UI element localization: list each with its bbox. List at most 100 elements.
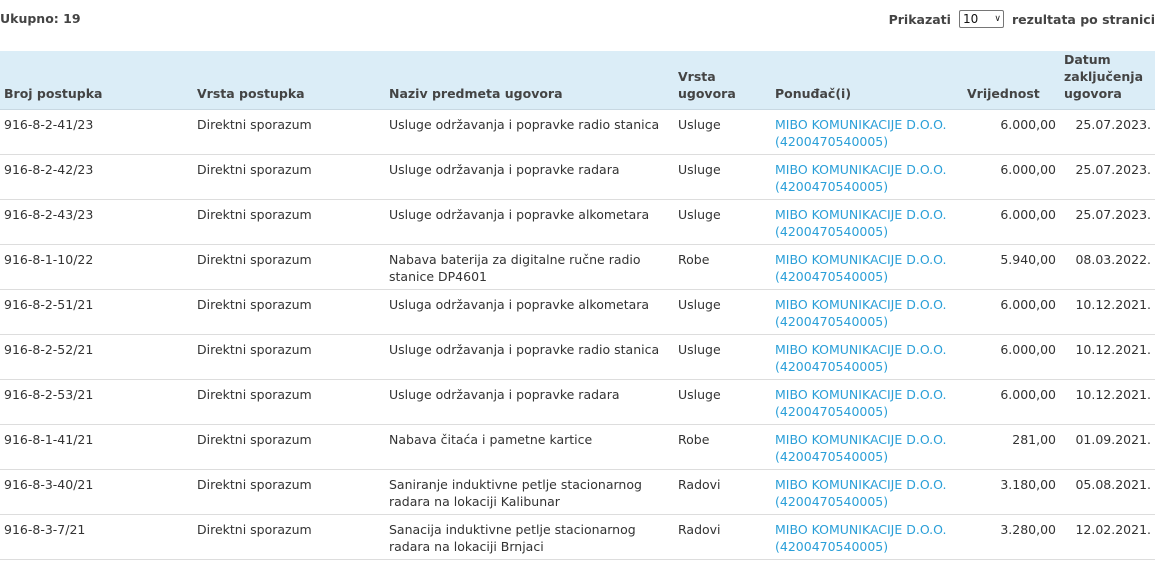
per-page-label-before: Prikazati — [888, 11, 951, 27]
table-header-row: Broj postupka Vrsta postupka Naziv predm… — [0, 51, 1155, 110]
cell-vrsta-postupka: Direktni sporazum — [193, 469, 385, 515]
bidder-link[interactable]: MIBO KOMUNIKACIJE D.O.O. (4200470540005) — [775, 477, 946, 509]
cell-vrsta-ugovora: Usluge — [674, 379, 771, 425]
per-page-select[interactable]: 10 ∨ — [958, 10, 1004, 28]
cell-ponudac: MIBO KOMUNIKACIJE D.O.O. (4200470540005) — [771, 244, 963, 290]
table-row: 916-8-3-7/21 Direktni sporazum Sanacija … — [0, 514, 1155, 560]
cell-naziv: Saniranje induktivne petlje stacionarnog… — [385, 469, 674, 515]
bidder-link[interactable]: MIBO KOMUNIKACIJE D.O.O. (4200470540005) — [775, 432, 946, 464]
cell-vrsta-postupka: Direktni sporazum — [193, 334, 385, 380]
cell-vrijednost: 3.180,00 — [963, 469, 1060, 515]
cell-vrijednost: 6.000,00 — [963, 154, 1060, 200]
header-datum[interactable]: Datum zaključenja ugovora — [1060, 51, 1155, 110]
cell-broj: 916-8-2-51/21 — [0, 289, 193, 335]
cell-vrsta-ugovora: Robe — [674, 244, 771, 290]
bidder-link[interactable]: MIBO KOMUNIKACIJE D.O.O. (4200470540005) — [775, 297, 946, 329]
table-row: 916-8-1-41/21 Direktni sporazum Nabava č… — [0, 424, 1155, 470]
per-page-label-after: rezultata po stranici — [1011, 11, 1155, 27]
cell-vrsta-postupka: Direktni sporazum — [193, 379, 385, 425]
cell-vrijednost: 281,00 — [963, 424, 1060, 470]
cell-vrijednost: 6.000,00 — [963, 289, 1060, 335]
cell-vrsta-ugovora: Radovi — [674, 469, 771, 515]
cell-datum: 08.03.2022. — [1060, 244, 1155, 290]
cell-ponudac: MIBO KOMUNIKACIJE D.O.O. (4200470540005) — [771, 469, 963, 515]
cell-vrijednost: 6.000,00 — [963, 199, 1060, 245]
table-row: 916-8-1-10/22 Direktni sporazum Nabava b… — [0, 244, 1155, 290]
bidder-link[interactable]: MIBO KOMUNIKACIJE D.O.O. (4200470540005) — [775, 117, 946, 149]
table-row: 916-8-2-51/21 Direktni sporazum Usluga o… — [0, 289, 1155, 335]
results-toolbar: Ukupno: 19 Prikazati 10 ∨ rezultata po s… — [0, 0, 1165, 50]
cell-naziv: Usluge održavanja i popravke radara — [385, 154, 674, 200]
cell-naziv: Usluge održavanja i popravke alkometara — [385, 199, 674, 245]
cell-datum: 01.09.2021. — [1060, 424, 1155, 470]
cell-vrsta-postupka: Direktni sporazum — [193, 154, 385, 200]
cell-broj: 916-8-2-42/23 — [0, 154, 193, 200]
header-naziv[interactable]: Naziv predmeta ugovora — [385, 51, 674, 110]
cell-broj: 916-8-2-43/23 — [0, 199, 193, 245]
cell-datum: 25.07.2023. — [1060, 154, 1155, 200]
cell-datum: 10.12.2021. — [1060, 379, 1155, 425]
cell-ponudac: MIBO KOMUNIKACIJE D.O.O. (4200470540005) — [771, 109, 963, 155]
cell-naziv: Usluge održavanja i popravke radara — [385, 379, 674, 425]
cell-broj: 916-8-2-41/23 — [0, 109, 193, 155]
cell-datum: 10.12.2021. — [1060, 289, 1155, 335]
per-page-value: 10 — [962, 12, 979, 26]
cell-broj: 916-8-1-41/21 — [0, 424, 193, 470]
cell-ponudac: MIBO KOMUNIKACIJE D.O.O. (4200470540005) — [771, 334, 963, 380]
cell-datum: 25.07.2023. — [1060, 199, 1155, 245]
cell-vrijednost: 6.000,00 — [963, 109, 1060, 155]
header-vrijednost[interactable]: Vrijednost — [963, 51, 1060, 110]
chevron-down-icon: ∨ — [994, 14, 1001, 24]
cell-vrijednost: 6.000,00 — [963, 334, 1060, 380]
cell-naziv: Sanacija induktivne petlje stacionarnog … — [385, 514, 674, 560]
bidder-link[interactable]: MIBO KOMUNIKACIJE D.O.O. (4200470540005) — [775, 342, 946, 374]
cell-ponudac: MIBO KOMUNIKACIJE D.O.O. (4200470540005) — [771, 199, 963, 245]
header-broj[interactable]: Broj postupka — [0, 51, 193, 110]
table-row: 916-8-2-43/23 Direktni sporazum Usluge o… — [0, 199, 1155, 245]
cell-naziv: Usluge održavanja i popravke radio stani… — [385, 109, 674, 155]
bidder-link[interactable]: MIBO KOMUNIKACIJE D.O.O. (4200470540005) — [775, 162, 946, 194]
cell-vrsta-ugovora: Radovi — [674, 514, 771, 560]
cell-vrsta-postupka: Direktni sporazum — [193, 109, 385, 155]
cell-vrijednost: 3.280,00 — [963, 514, 1060, 560]
header-vrsta-postupka[interactable]: Vrsta postupka — [193, 51, 385, 110]
cell-datum: 12.02.2021. — [1060, 514, 1155, 560]
cell-broj: 916-8-1-10/22 — [0, 244, 193, 290]
contracts-table: Broj postupka Vrsta postupka Naziv predm… — [0, 51, 1155, 560]
cell-broj: 916-8-3-40/21 — [0, 469, 193, 515]
cell-datum: 25.07.2023. — [1060, 109, 1155, 155]
cell-naziv: Usluge održavanja i popravke radio stani… — [385, 334, 674, 380]
bidder-link[interactable]: MIBO KOMUNIKACIJE D.O.O. (4200470540005) — [775, 522, 946, 554]
table-row: 916-8-2-52/21 Direktni sporazum Usluge o… — [0, 334, 1155, 380]
table-row: 916-8-2-53/21 Direktni sporazum Usluge o… — [0, 379, 1155, 425]
cell-ponudac: MIBO KOMUNIKACIJE D.O.O. (4200470540005) — [771, 154, 963, 200]
cell-broj: 916-8-3-7/21 — [0, 514, 193, 560]
header-ponudac[interactable]: Ponuđač(i) — [771, 51, 963, 110]
cell-vrsta-postupka: Direktni sporazum — [193, 244, 385, 290]
cell-broj: 916-8-2-52/21 — [0, 334, 193, 380]
cell-vrsta-postupka: Direktni sporazum — [193, 289, 385, 335]
per-page-control: Prikazati 10 ∨ rezultata po stranici — [889, 10, 1155, 28]
cell-vrsta-postupka: Direktni sporazum — [193, 514, 385, 560]
table-row: 916-8-2-41/23 Direktni sporazum Usluge o… — [0, 109, 1155, 155]
cell-vrsta-ugovora: Usluge — [674, 334, 771, 380]
cell-vrijednost: 5.940,00 — [963, 244, 1060, 290]
cell-vrsta-ugovora: Usluge — [674, 154, 771, 200]
cell-ponudac: MIBO KOMUNIKACIJE D.O.O. (4200470540005) — [771, 289, 963, 335]
table-row: 916-8-3-40/21 Direktni sporazum Saniranj… — [0, 469, 1155, 515]
cell-vrsta-ugovora: Usluge — [674, 199, 771, 245]
cell-vrsta-ugovora: Robe — [674, 424, 771, 470]
bidder-link[interactable]: MIBO KOMUNIKACIJE D.O.O. (4200470540005) — [775, 207, 946, 239]
cell-ponudac: MIBO KOMUNIKACIJE D.O.O. (4200470540005) — [771, 379, 963, 425]
table-row: 916-8-2-42/23 Direktni sporazum Usluge o… — [0, 154, 1155, 200]
header-vrsta-ugovora[interactable]: Vrsta ugovora — [674, 51, 771, 110]
bidder-link[interactable]: MIBO KOMUNIKACIJE D.O.O. (4200470540005) — [775, 252, 946, 284]
cell-vrijednost: 6.000,00 — [963, 379, 1060, 425]
cell-datum: 05.08.2021. — [1060, 469, 1155, 515]
cell-vrsta-postupka: Direktni sporazum — [193, 199, 385, 245]
cell-vrsta-postupka: Direktni sporazum — [193, 424, 385, 470]
cell-datum: 10.12.2021. — [1060, 334, 1155, 380]
bidder-link[interactable]: MIBO KOMUNIKACIJE D.O.O. (4200470540005) — [775, 387, 946, 419]
cell-ponudac: MIBO KOMUNIKACIJE D.O.O. (4200470540005) — [771, 514, 963, 560]
total-count: Ukupno: 19 — [0, 11, 81, 26]
